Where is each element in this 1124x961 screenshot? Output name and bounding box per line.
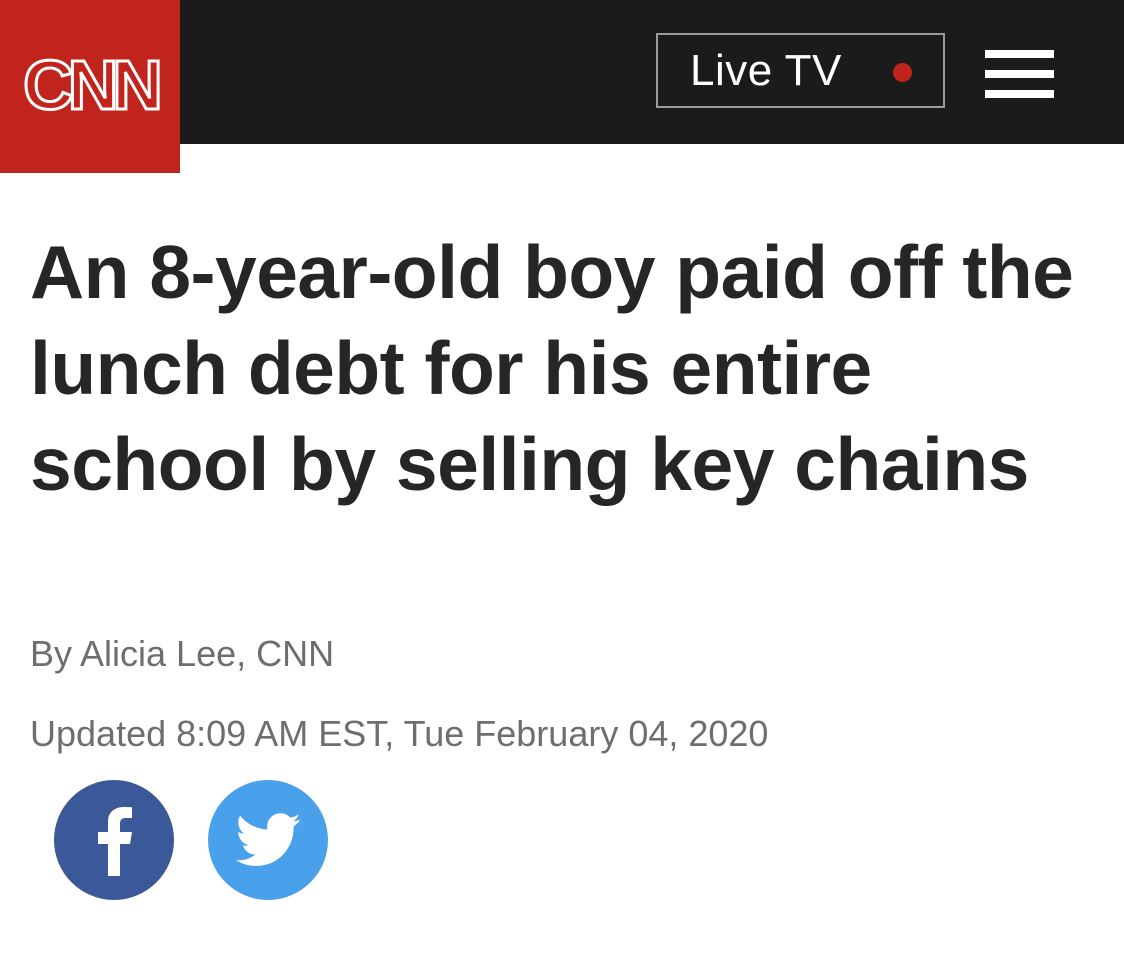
cnn-logo-icon: CNN bbox=[22, 47, 165, 126]
twitter-icon bbox=[235, 813, 301, 866]
live-tv-label: Live TV bbox=[690, 46, 842, 95]
facebook-icon bbox=[98, 807, 132, 876]
twitter-share-button[interactable] bbox=[208, 780, 328, 900]
article-updated-timestamp: Updated 8:09 AM EST, Tue February 04, 20… bbox=[30, 713, 769, 754]
menu-bar-bottom bbox=[985, 90, 1054, 98]
top-nav-bar: CNN Live TV bbox=[0, 0, 1124, 173]
hamburger-menu-icon[interactable] bbox=[985, 50, 1054, 98]
cnn-logo-wordmark: CNN bbox=[23, 47, 158, 124]
menu-bar-middle bbox=[985, 70, 1054, 78]
live-indicator-dot bbox=[893, 63, 912, 82]
menu-bar-top bbox=[985, 50, 1054, 58]
article-headline: An 8-year-old boy paid off the lunch deb… bbox=[30, 230, 1074, 506]
live-tv-button[interactable]: Live TV bbox=[656, 33, 945, 108]
cnn-logo[interactable]: CNN bbox=[0, 0, 180, 173]
facebook-share-button[interactable] bbox=[54, 780, 174, 900]
article-byline: By Alicia Lee, CNN bbox=[30, 633, 335, 674]
